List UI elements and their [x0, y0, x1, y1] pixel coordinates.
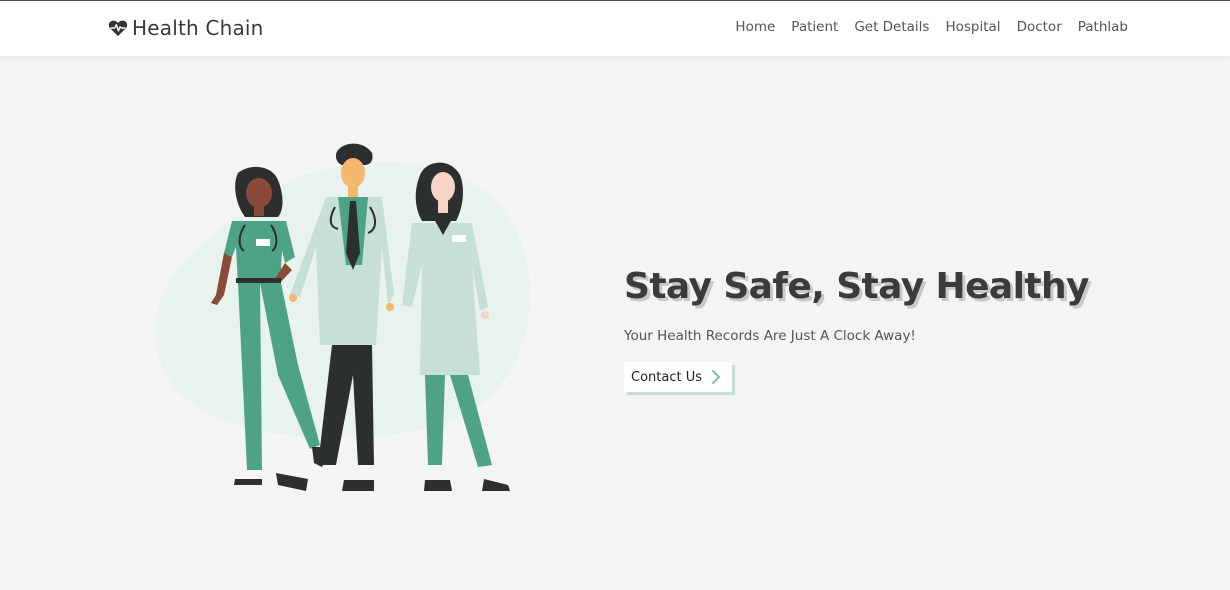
hero-subtitle: Your Health Records Are Just A Clock Awa…: [624, 328, 916, 344]
nav-link-patient[interactable]: Patient: [791, 19, 838, 35]
nav-link-pathlab[interactable]: Pathlab: [1078, 19, 1128, 35]
chevron-right-icon: [712, 370, 720, 384]
contact-us-button[interactable]: Contact Us: [624, 362, 732, 392]
nav-link-get-details[interactable]: Get Details: [854, 19, 929, 35]
brand-name: Health Chain: [132, 16, 264, 40]
nav-menu: Home Patient Get Details Hospital Doctor…: [735, 19, 1128, 35]
nav-link-home[interactable]: Home: [735, 19, 775, 35]
doctors-illustration: [155, 143, 531, 491]
brand-logo-link[interactable]: Health Chain: [108, 15, 264, 41]
nav-link-hospital[interactable]: Hospital: [945, 19, 1000, 35]
heart-pulse-icon: [108, 20, 128, 37]
navbar: Health Chain Home Patient Get Details Ho…: [0, 1, 1230, 56]
contact-us-label: Contact Us: [631, 369, 702, 385]
nav-link-doctor[interactable]: Doctor: [1017, 19, 1062, 35]
hero-title: Stay Safe, Stay Healthy: [624, 266, 1089, 307]
